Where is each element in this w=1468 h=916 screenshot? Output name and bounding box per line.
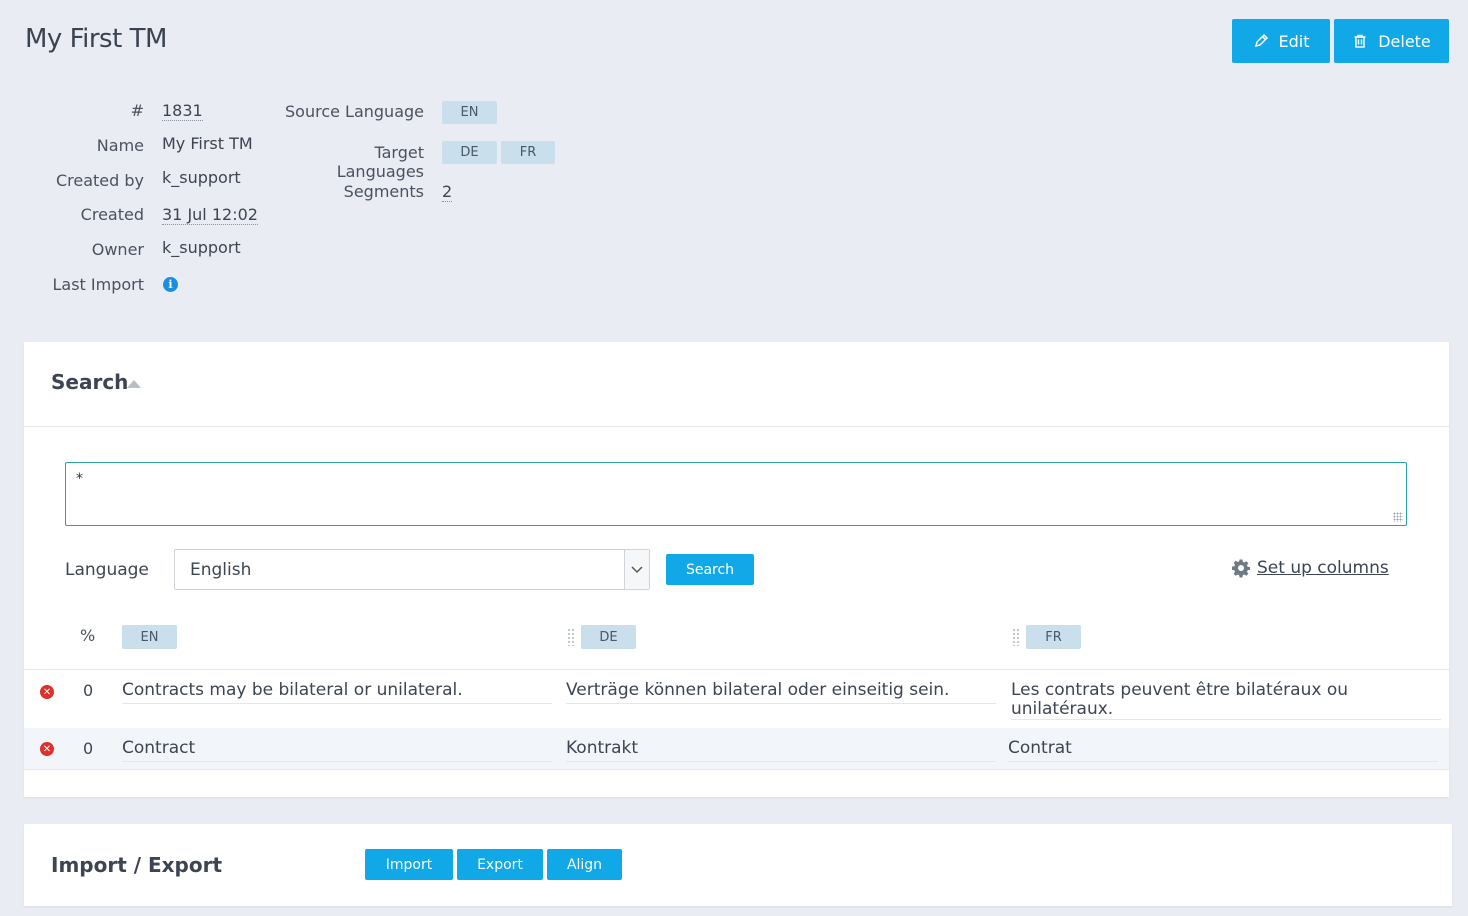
- search-card: Search Language English Search Set up co…: [24, 342, 1449, 797]
- segments-label: Segments: [343, 182, 424, 201]
- language-label: Language: [65, 560, 149, 580]
- search-card-header[interactable]: Search: [24, 342, 1449, 427]
- remove-row-icon[interactable]: ✕: [40, 742, 54, 756]
- align-button[interactable]: Align: [547, 849, 622, 880]
- owner-label: Owner: [91, 240, 144, 259]
- table-row: ✕ 0 Contract Kontrakt Contrat: [24, 728, 1449, 769]
- info-icon[interactable]: i: [163, 277, 178, 292]
- created-by-value: k_support: [162, 168, 241, 187]
- delete-button[interactable]: Delete: [1334, 19, 1449, 63]
- language-select[interactable]: English: [174, 549, 650, 590]
- search-query-input[interactable]: [65, 462, 1407, 526]
- cell-en[interactable]: Contract: [122, 739, 552, 762]
- setup-columns-label: Set up columns: [1257, 558, 1389, 578]
- name-value: My First TM: [162, 134, 253, 153]
- cell-fr[interactable]: Les contrats peuvent être bilatéraux ou …: [1011, 681, 1441, 720]
- column-header-en: EN: [122, 625, 177, 649]
- cell-fr[interactable]: Contrat: [1008, 739, 1438, 762]
- owner-value: k_support: [162, 238, 241, 257]
- name-label: Name: [96, 136, 144, 155]
- import-export-title: Import / Export: [51, 853, 223, 877]
- page-title: My First TM: [25, 24, 167, 54]
- pencil-icon: [1254, 33, 1268, 48]
- drag-handle-icon[interactable]: [1012, 628, 1020, 646]
- cell-de[interactable]: Kontrakt: [566, 739, 996, 762]
- language-select-value: English: [190, 560, 252, 580]
- trash-icon: [1354, 34, 1366, 48]
- import-export-buttons: Import Export Align: [365, 849, 622, 880]
- setup-columns-link[interactable]: Set up columns: [1231, 558, 1389, 578]
- last-import-label: Last Import: [52, 275, 144, 294]
- segments-value: 2: [442, 182, 453, 202]
- gear-icon: [1232, 559, 1250, 578]
- search-button[interactable]: Search: [666, 554, 754, 585]
- cell-de[interactable]: Verträge können bilateral oder einseitig…: [566, 681, 996, 704]
- id-label: #: [130, 101, 144, 120]
- remove-row-icon[interactable]: ✕: [40, 685, 54, 699]
- top-actions: Edit Delete: [1232, 19, 1449, 63]
- created-by-label: Created by: [55, 171, 144, 190]
- table-bottom-divider: [24, 769, 1449, 770]
- cell-en[interactable]: Contracts may be bilateral or unilateral…: [122, 681, 552, 704]
- drag-handle-icon[interactable]: [567, 628, 575, 646]
- import-export-card: Import / Export Import Export Align: [24, 824, 1452, 906]
- source-language-label: Source Language: [285, 102, 424, 121]
- chevron-down-icon[interactable]: [624, 550, 649, 589]
- created-value: 31 Jul 12:02: [162, 205, 258, 225]
- column-header-de[interactable]: DE: [581, 625, 636, 649]
- target-language-tag-de: DE: [442, 141, 497, 164]
- percent-column-header: %: [80, 626, 96, 645]
- id-value: 1831: [162, 101, 203, 121]
- row-percent: 0: [83, 681, 94, 700]
- import-button[interactable]: Import: [365, 849, 453, 880]
- target-languages-label: Target Languages: [336, 143, 424, 181]
- row-percent: 0: [83, 739, 94, 758]
- source-language-tag: EN: [442, 101, 497, 124]
- table-row: ✕ 0 Contracts may be bilateral or unilat…: [24, 670, 1449, 728]
- resize-grip-icon[interactable]: [1393, 512, 1403, 522]
- collapse-caret-icon[interactable]: [127, 380, 141, 388]
- export-button[interactable]: Export: [457, 849, 543, 880]
- edit-button[interactable]: Edit: [1232, 19, 1330, 63]
- column-header-fr[interactable]: FR: [1026, 625, 1081, 649]
- created-label: Created: [80, 205, 144, 224]
- edit-button-label: Edit: [1278, 31, 1310, 51]
- target-language-tag-fr: FR: [501, 141, 555, 164]
- search-title: Search: [51, 370, 129, 394]
- delete-button-label: Delete: [1378, 31, 1431, 51]
